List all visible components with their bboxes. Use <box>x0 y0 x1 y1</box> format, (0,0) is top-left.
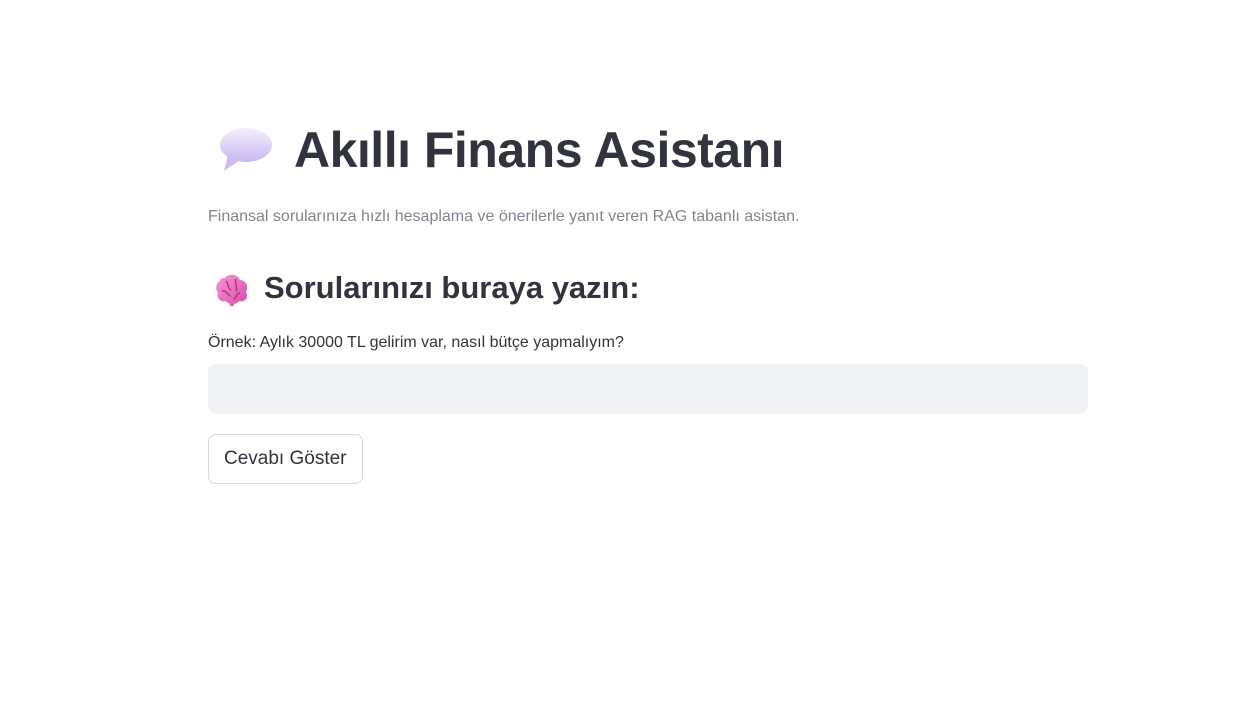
section-heading-row: Sorularınızı buraya yazın: <box>208 266 1088 310</box>
question-input-label: Örnek: Aylık 30000 TL gelirim var, nasıl… <box>208 334 624 351</box>
app-page: Akıllı Finans Asistanı Finansal soruları… <box>0 0 1240 711</box>
question-input[interactable] <box>209 365 1087 413</box>
section-heading: Sorularınızı buraya yazın: <box>264 270 640 305</box>
page-title-row: Akıllı Finans Asistanı <box>208 112 1088 188</box>
page-subtitle: Finansal sorularınıza hızlı hesaplama ve… <box>208 208 800 225</box>
show-answer-button[interactable]: Cevabı Göster <box>208 434 363 484</box>
brain-icon <box>212 269 252 307</box>
question-input-container <box>208 364 1088 414</box>
main-content: Akıllı Finans Asistanı Finansal soruları… <box>208 112 1088 484</box>
page-title: Akıllı Finans Asistanı <box>294 122 785 178</box>
speech-bubble-icon <box>218 125 274 175</box>
